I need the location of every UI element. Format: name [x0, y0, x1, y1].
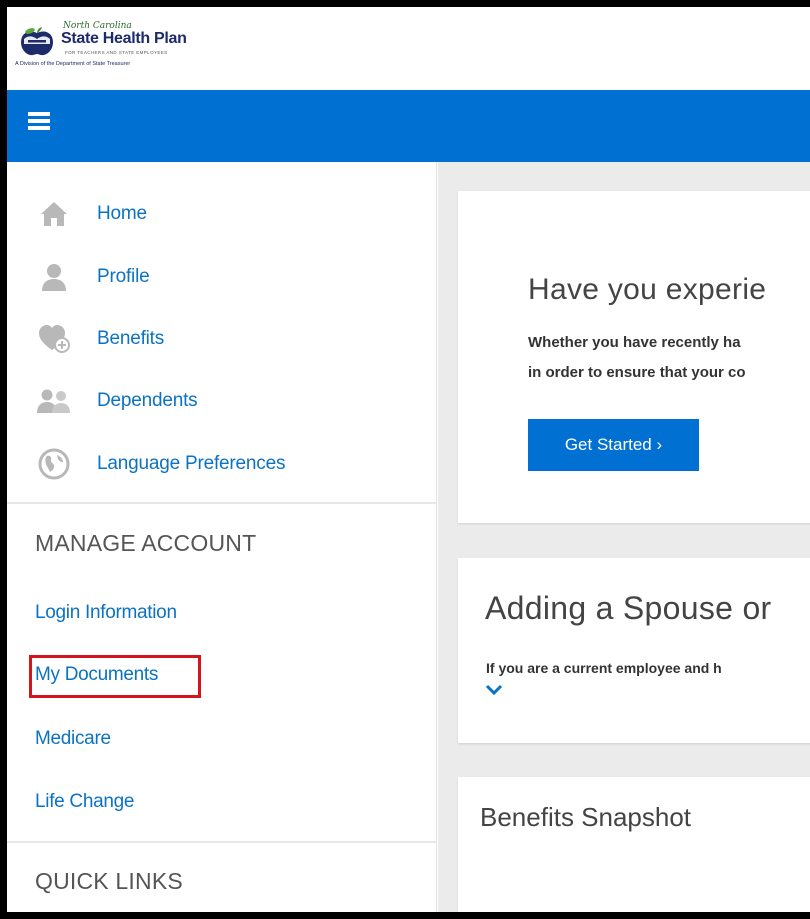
card-title: Benefits Snapshot [480, 802, 692, 832]
sidebar-item-label: Home [97, 203, 147, 224]
benefits-snapshot-card: Benefits Snapshot [458, 777, 810, 912]
sidebar-item-benefits[interactable]: Benefits [37, 321, 164, 357]
globe-icon [37, 447, 71, 481]
sidebar-item-label: Dependents [97, 390, 198, 411]
sidebar-item-dependents[interactable]: Dependents [37, 383, 198, 419]
logo-bar: North Carolina State Health Plan FOR TEA… [7, 7, 810, 90]
logo-division: A Division of the Department of State Tr… [15, 61, 131, 67]
quick-links-heading: QUICK LINKS [35, 868, 183, 894]
card-text: in order to ensure that your co [528, 364, 746, 381]
apple-logo-icon [21, 27, 53, 56]
chevron-down-icon[interactable] [484, 682, 504, 698]
sidebar-item-language-preferences[interactable]: Language Preferences [37, 446, 285, 482]
home-icon [37, 197, 71, 231]
main-content: Have you experie Whether you have recent… [438, 162, 810, 912]
sidebar-item-label: Profile [97, 266, 150, 287]
person-icon [37, 260, 71, 294]
screenshot-frame: North Carolina State Health Plan FOR TEA… [0, 0, 810, 919]
sidebar-item-label: Language Preferences [97, 453, 286, 474]
life-event-card: Have you experie Whether you have recent… [458, 191, 810, 523]
sidebar-item-label: Benefits [97, 328, 165, 349]
get-started-button[interactable]: Get Started › [528, 419, 699, 471]
medicare-link[interactable]: Medicare [35, 728, 111, 750]
state-health-plan-logo[interactable]: North Carolina State Health Plan FOR TEA… [15, 21, 215, 81]
card-text: If you are a current employee and h [486, 660, 722, 676]
card-text: Whether you have recently ha [528, 334, 741, 351]
heart-plus-icon [37, 322, 71, 356]
logo-tagline: FOR TEACHERS AND STATE EMPLOYEES [65, 50, 168, 55]
my-documents-highlight-box [29, 655, 201, 698]
life-change-link[interactable]: Life Change [35, 791, 134, 813]
logo-title: State Health Plan [61, 30, 187, 47]
people-icon [37, 384, 71, 418]
manage-account-heading: MANAGE ACCOUNT [35, 530, 257, 556]
card-title: Have you experie [528, 273, 767, 306]
sidebar-divider [7, 502, 437, 504]
top-nav-bar [7, 90, 810, 162]
sidebar-item-profile[interactable]: Profile [37, 259, 150, 295]
sidebar-item-home[interactable]: Home [37, 196, 147, 232]
sidebar: Home Profile Benefits Dependents Languag [7, 162, 437, 912]
adding-spouse-card: Adding a Spouse or If you are a current … [458, 558, 810, 743]
hamburger-menu-icon[interactable] [28, 112, 50, 130]
sidebar-divider [7, 841, 437, 843]
card-title: Adding a Spouse or [485, 590, 772, 626]
login-information-link[interactable]: Login Information [35, 602, 177, 624]
